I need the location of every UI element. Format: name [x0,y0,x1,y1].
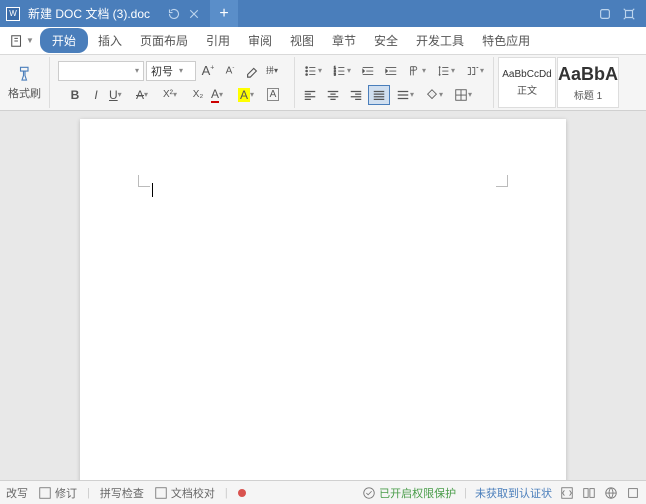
status-revision[interactable]: 修订 [38,485,77,501]
status-permission[interactable]: 已开启权限保护 [362,485,456,501]
text-direction-button[interactable]: ▾ [403,61,431,81]
increase-font-button[interactable]: A+ [198,61,218,81]
bullet-list-button[interactable]: ▾ [299,61,327,81]
char-border-button[interactable]: A [263,85,283,105]
highlight-button[interactable]: A▾ [236,85,262,105]
status-bar: 改写 修订 | 拼写检查 文档校对 | 已开启权限保护 | 未获取到认证状 [0,480,646,504]
status-rewrite[interactable]: 改写 [6,485,28,501]
workspace[interactable] [0,111,646,480]
align-center-button[interactable] [322,85,344,105]
svg-text:3: 3 [334,72,336,76]
document-page[interactable] [80,119,566,480]
status-sep: | [87,487,90,499]
margin-mark-tr [496,175,508,187]
decrease-font-button[interactable]: A- [220,61,240,81]
format-painter-group: 格式刷 [4,57,50,108]
style-heading1-preview: AaBbA [558,64,618,85]
align-left-button[interactable] [299,85,321,105]
shading-button[interactable]: ▾ [420,85,448,105]
ribbon: 格式刷 ▾ 初号▾ A+ A- 拼▾ B I U▾ A▾ X²▾ X₂ A▾ A… [0,55,646,111]
line-spacing-button[interactable]: ▾ [432,61,460,81]
style-heading1-label: 标题 1 [574,87,602,102]
clear-format-button[interactable] [242,61,262,81]
increase-indent-button[interactable] [380,61,402,81]
menu-layout[interactable]: 页面布局 [132,28,196,53]
new-tab-button[interactable]: + [210,0,238,27]
font-size-select[interactable]: 初号▾ [146,61,196,81]
align-justify-button[interactable] [368,85,390,105]
font-color-button[interactable]: A▾ [209,85,235,105]
menu-bar: ▼ 开始 插入 页面布局 引用 审阅 视图 章节 安全 开发工具 特色应用 [0,27,646,55]
borders-button[interactable]: ▾ [449,85,477,105]
text-cursor [152,183,153,197]
change-case-button[interactable]: 拼▾ [264,61,290,81]
status-record[interactable] [238,489,246,497]
document-tab[interactable]: W 新建 DOC 文档 (3).doc [0,0,206,27]
view-mode-icon[interactable] [582,486,596,500]
number-list-button[interactable]: 123▾ [328,61,356,81]
tab-title: 新建 DOC 文档 (3).doc [28,5,150,22]
menu-view[interactable]: 视图 [282,28,322,53]
bold-button[interactable]: B [65,85,85,105]
subscript-button[interactable]: X₂ [188,85,208,105]
menu-special[interactable]: 特色应用 [474,28,538,53]
menu-start[interactable]: 开始 [40,28,88,53]
italic-button[interactable]: I [86,85,106,105]
record-dot-icon [238,489,246,497]
style-normal[interactable]: AaBbCcDd 正文 [498,57,556,108]
menu-review[interactable]: 审阅 [240,28,280,53]
style-normal-label: 正文 [517,82,537,97]
titlebar-icon-1[interactable] [598,7,612,21]
menu-dev[interactable]: 开发工具 [408,28,472,53]
font-group: ▾ 初号▾ A+ A- 拼▾ B I U▾ A▾ X²▾ X₂ A▾ A▾ A [54,57,294,108]
status-cert[interactable]: 未获取到认证状 [475,485,552,501]
file-menu-button[interactable]: ▼ [6,32,38,50]
tab-stops-button[interactable]: ▾ [461,61,489,81]
superscript-button[interactable]: X²▾ [161,85,187,105]
menu-insert[interactable]: 插入 [90,28,130,53]
margin-mark-tl [138,175,150,187]
strikethrough-button[interactable]: A▾ [134,85,160,105]
decrease-indent-button[interactable] [357,61,379,81]
titlebar-icon-2[interactable] [622,7,636,21]
title-bar: W 新建 DOC 文档 (3).doc + [0,0,646,27]
styles-group: AaBbCcDd 正文 AaBbA 标题 1 [498,57,620,108]
distribute-button[interactable]: ▾ [391,85,419,105]
web-layout-icon[interactable] [604,486,618,500]
menu-section[interactable]: 章节 [324,28,364,53]
format-painter-label: 格式刷 [8,85,41,101]
status-spellcheck[interactable]: 拼写检查 [100,485,144,501]
menu-security[interactable]: 安全 [366,28,406,53]
fit-width-icon[interactable] [560,486,574,500]
tab-refresh-icon[interactable] [168,8,180,20]
menu-reference[interactable]: 引用 [198,28,238,53]
style-heading1[interactable]: AaBbA 标题 1 [557,57,619,108]
outline-icon[interactable] [626,486,640,500]
status-doccheck[interactable]: 文档校对 [154,485,215,501]
paragraph-group: ▾ 123▾ ▾ ▾ ▾ ▾ ▾ ▾ [294,57,494,108]
font-family-select[interactable]: ▾ [58,61,144,81]
tab-close-icon[interactable] [188,8,200,20]
format-painter-icon[interactable] [16,65,34,83]
align-right-button[interactable] [345,85,367,105]
underline-button[interactable]: U▾ [107,85,133,105]
doc-icon: W [6,7,20,21]
style-normal-preview: AaBbCcDd [502,69,551,80]
